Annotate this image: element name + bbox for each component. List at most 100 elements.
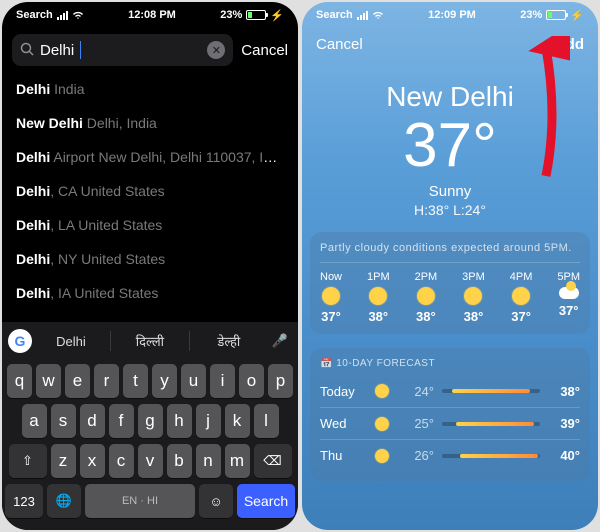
numbers-key[interactable]: 123 — [5, 484, 43, 518]
keyboard-rows: qwertyuiop asdfghjkl ⇧zxcvbnm⌫ 123 🌐 EN … — [2, 360, 298, 530]
signal-icon — [357, 11, 368, 20]
sun-icon — [322, 287, 340, 305]
key-y[interactable]: y — [152, 364, 177, 398]
summary-text: Partly cloudy conditions expected around… — [320, 242, 580, 263]
clear-icon[interactable]: ✕ — [207, 41, 225, 59]
search-icon — [20, 42, 34, 59]
results-list: Delhi IndiaNew Delhi Delhi, IndiaDelhi A… — [2, 72, 298, 344]
key-o[interactable]: o — [239, 364, 264, 398]
clock: 12:09 PM — [428, 9, 476, 21]
current-temp: 37° — [302, 115, 598, 177]
daily-card: 📅 10-DAY FORECAST Today24°38°Wed25°39°Th… — [310, 348, 590, 481]
city-name: New Delhi — [302, 81, 598, 113]
current-conditions: New Delhi 37° Sunny H:38° L:24° — [302, 81, 598, 218]
search-result[interactable]: Delhi, LA United States — [16, 208, 284, 242]
key-i[interactable]: i — [210, 364, 235, 398]
space-key[interactable]: EN · HI — [85, 484, 195, 518]
search-bar: Delhi ✕ Cancel — [2, 28, 298, 72]
sun-icon — [375, 449, 389, 463]
key-c[interactable]: c — [109, 444, 134, 478]
search-result[interactable]: Delhi Airport New Delhi, Delhi 110037, I… — [16, 140, 284, 174]
condition-text: Sunny — [302, 183, 598, 200]
hour-col: 2PM38° — [415, 271, 438, 324]
key-k[interactable]: k — [225, 404, 250, 438]
key-b[interactable]: b — [167, 444, 192, 478]
day-row[interactable]: Thu26°40° — [320, 439, 580, 471]
key-m[interactable]: m — [225, 444, 250, 478]
back-label[interactable]: Search — [316, 9, 353, 21]
hour-col: 5PM37° — [557, 271, 580, 324]
key-n[interactable]: n — [196, 444, 221, 478]
add-button[interactable]: Add — [555, 36, 584, 53]
back-label[interactable]: Search — [16, 9, 53, 21]
key-j[interactable]: j — [196, 404, 221, 438]
clock: 12:08 PM — [128, 9, 176, 21]
day-row[interactable]: Wed25°39° — [320, 407, 580, 439]
hourly-row[interactable]: Now37° 1PM38° 2PM38° 3PM38° 4PM37° 5PM37° — [320, 271, 580, 324]
mic-icon[interactable]: 🎤 — [268, 333, 292, 349]
hi-lo: H:38° L:24° — [302, 202, 598, 218]
key-r[interactable]: r — [94, 364, 119, 398]
key-s[interactable]: s — [51, 404, 76, 438]
battery-icon — [546, 10, 566, 20]
key-h[interactable]: h — [167, 404, 192, 438]
key-z[interactable]: z — [51, 444, 76, 478]
key-a[interactable]: a — [22, 404, 47, 438]
search-value: Delhi — [40, 42, 74, 59]
keyboard: G Delhi दिल्ली डेल्ही 🎤 qwertyuiop asdfg… — [2, 322, 298, 530]
key-u[interactable]: u — [181, 364, 206, 398]
day-row[interactable]: Today24°38° — [320, 375, 580, 407]
google-icon[interactable]: G — [8, 329, 32, 353]
search-result[interactable]: Delhi India — [16, 72, 284, 106]
battery-pct: 23% — [220, 9, 242, 21]
backspace-key[interactable]: ⌫ — [254, 444, 292, 478]
key-q[interactable]: q — [7, 364, 32, 398]
search-field[interactable]: Delhi ✕ — [12, 34, 233, 66]
key-t[interactable]: t — [123, 364, 148, 398]
search-result[interactable]: Delhi, IA United States — [16, 276, 284, 310]
sun-icon — [375, 384, 389, 398]
search-result[interactable]: Delhi, CA United States — [16, 174, 284, 208]
key-l[interactable]: l — [254, 404, 279, 438]
sun-icon — [369, 287, 387, 305]
text-cursor — [80, 41, 81, 59]
search-screen: Search 12:08 PM 23% ⚡ Delhi ✕ Cancel Del… — [2, 2, 298, 530]
suggestion-bar: G Delhi दिल्ली डेल्ही 🎤 — [2, 322, 298, 360]
search-result[interactable]: New Delhi Delhi, India — [16, 106, 284, 140]
hour-col: 4PM37° — [510, 271, 533, 324]
wifi-icon — [72, 11, 84, 20]
key-x[interactable]: x — [80, 444, 105, 478]
weather-screen: Search 12:09 PM 23% ⚡ Cancel Add New Del… — [302, 2, 598, 530]
key-v[interactable]: v — [138, 444, 163, 478]
hour-col: Now37° — [320, 271, 342, 324]
cancel-button[interactable]: Cancel — [241, 42, 288, 59]
hour-col: 3PM38° — [462, 271, 485, 324]
suggestion[interactable]: दिल्ली — [117, 332, 183, 350]
battery-icon — [246, 10, 266, 20]
globe-key[interactable]: 🌐 — [47, 484, 81, 518]
key-e[interactable]: e — [65, 364, 90, 398]
key-d[interactable]: d — [80, 404, 105, 438]
search-key[interactable]: Search — [237, 484, 295, 518]
shift-key[interactable]: ⇧ — [9, 444, 47, 478]
hour-col: 1PM38° — [367, 271, 390, 324]
cloud-icon — [559, 287, 579, 299]
daily-list: Today24°38°Wed25°39°Thu26°40° — [320, 375, 580, 471]
emoji-key[interactable]: ☺ — [199, 484, 233, 518]
key-f[interactable]: f — [109, 404, 134, 438]
suggestion[interactable]: डेल्ही — [196, 332, 262, 350]
sun-icon — [464, 287, 482, 305]
hourly-card: Partly cloudy conditions expected around… — [310, 232, 590, 334]
battery-pct: 23% — [520, 9, 542, 21]
key-p[interactable]: p — [268, 364, 293, 398]
key-g[interactable]: g — [138, 404, 163, 438]
sun-icon — [417, 287, 435, 305]
key-w[interactable]: w — [36, 364, 61, 398]
cancel-button[interactable]: Cancel — [316, 36, 363, 53]
suggestion[interactable]: Delhi — [38, 334, 104, 349]
search-result[interactable]: Delhi, NY United States — [16, 242, 284, 276]
sun-icon — [375, 417, 389, 431]
charging-icon: ⚡ — [270, 9, 284, 22]
wifi-icon — [372, 11, 384, 20]
sun-icon — [512, 287, 530, 305]
